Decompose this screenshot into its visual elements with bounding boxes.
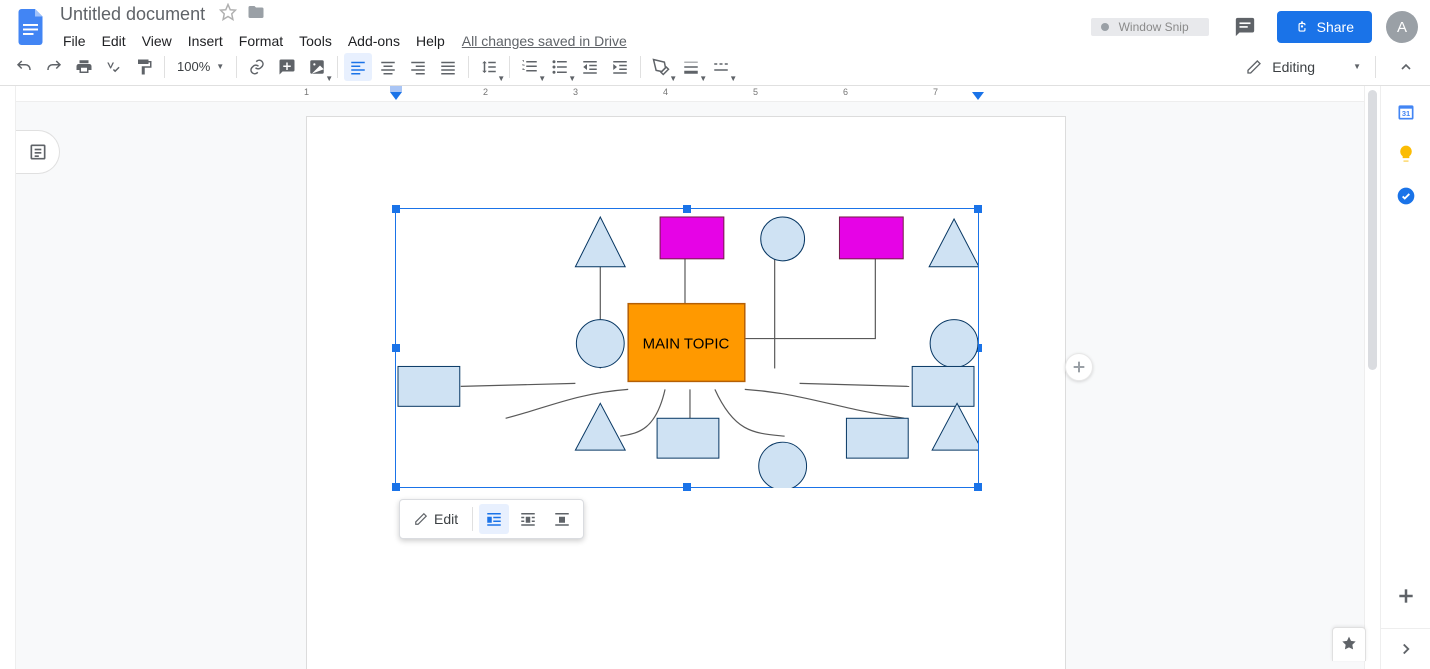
redo-button[interactable] — [40, 53, 68, 81]
get-addons-icon[interactable] — [1396, 586, 1416, 606]
align-justify-button[interactable] — [434, 53, 462, 81]
insert-image-button[interactable]: ▼ — [303, 53, 331, 81]
explore-button[interactable] — [1332, 627, 1366, 661]
bulleted-list-button[interactable]: ▼ — [546, 53, 574, 81]
side-panel: 31 — [1380, 86, 1430, 669]
move-to-folder-icon[interactable] — [247, 3, 265, 26]
line-spacing-button[interactable]: ▼ — [475, 53, 503, 81]
edit-drawing-button[interactable]: Edit — [406, 507, 466, 531]
vertical-ruler — [0, 86, 16, 669]
numbered-list-button[interactable]: ▼ — [516, 53, 544, 81]
border-dash-button[interactable]: ▼ — [707, 53, 735, 81]
zoom-dropdown[interactable]: 100%▼ — [171, 59, 230, 74]
collapse-toolbar-button[interactable] — [1392, 53, 1420, 81]
align-left-button[interactable] — [344, 53, 372, 81]
wrap-text-button[interactable] — [513, 504, 543, 534]
star-icon[interactable] — [219, 3, 237, 26]
tasks-addon-icon[interactable] — [1396, 186, 1416, 206]
docs-logo[interactable] — [12, 7, 52, 47]
toolbar: 100%▼ ▼ ▼ ▼ ▼ ▼ ▼ ▼ Editing▼ — [0, 48, 1430, 86]
titlebar: Untitled document File Edit View Insert … — [0, 0, 1430, 48]
document-title[interactable]: Untitled document — [56, 2, 209, 27]
share-button-label: Share — [1317, 19, 1354, 35]
print-button[interactable] — [70, 53, 98, 81]
workspace: 1 2 3 4 5 6 7 — [0, 86, 1430, 669]
spellcheck-button[interactable] — [100, 53, 128, 81]
editing-mode-dropdown[interactable]: Editing▼ — [1238, 55, 1369, 79]
insert-link-button[interactable] — [243, 53, 271, 81]
calendar-addon-icon[interactable]: 31 — [1396, 102, 1416, 122]
svg-text:31: 31 — [1401, 109, 1409, 118]
undo-button[interactable] — [10, 53, 38, 81]
paint-format-button[interactable] — [130, 53, 158, 81]
border-color-button[interactable]: ▼ — [647, 53, 675, 81]
vertical-scrollbar[interactable] — [1364, 86, 1380, 669]
horizontal-ruler: 1 2 3 4 5 6 7 — [16, 86, 1364, 102]
align-right-button[interactable] — [404, 53, 432, 81]
page-area[interactable]: MAIN TOPIC — [16, 102, 1364, 669]
svg-text:MAIN TOPIC: MAIN TOPIC — [643, 336, 730, 353]
account-avatar[interactable]: A — [1386, 11, 1418, 43]
wrap-break-button[interactable] — [547, 504, 577, 534]
align-center-button[interactable] — [374, 53, 402, 81]
open-comments-button[interactable] — [1227, 9, 1263, 45]
hide-sidepanel-icon[interactable] — [1396, 639, 1416, 659]
decrease-indent-button[interactable] — [576, 53, 604, 81]
border-weight-button[interactable]: ▼ — [677, 53, 705, 81]
keep-addon-icon[interactable] — [1396, 144, 1416, 164]
wrap-inline-button[interactable] — [479, 504, 509, 534]
share-button[interactable]: Share — [1277, 11, 1372, 43]
document-page: MAIN TOPIC — [306, 116, 1066, 669]
window-snip-overlay: Window Snip — [1091, 18, 1209, 36]
add-comment-bubble[interactable] — [1065, 353, 1093, 381]
mind-map-drawing: MAIN TOPIC — [396, 209, 978, 488]
drawing-selection[interactable]: MAIN TOPIC — [395, 208, 979, 488]
drawing-edit-toolbar: Edit — [399, 499, 584, 539]
insert-comment-button[interactable] — [273, 53, 301, 81]
increase-indent-button[interactable] — [606, 53, 634, 81]
